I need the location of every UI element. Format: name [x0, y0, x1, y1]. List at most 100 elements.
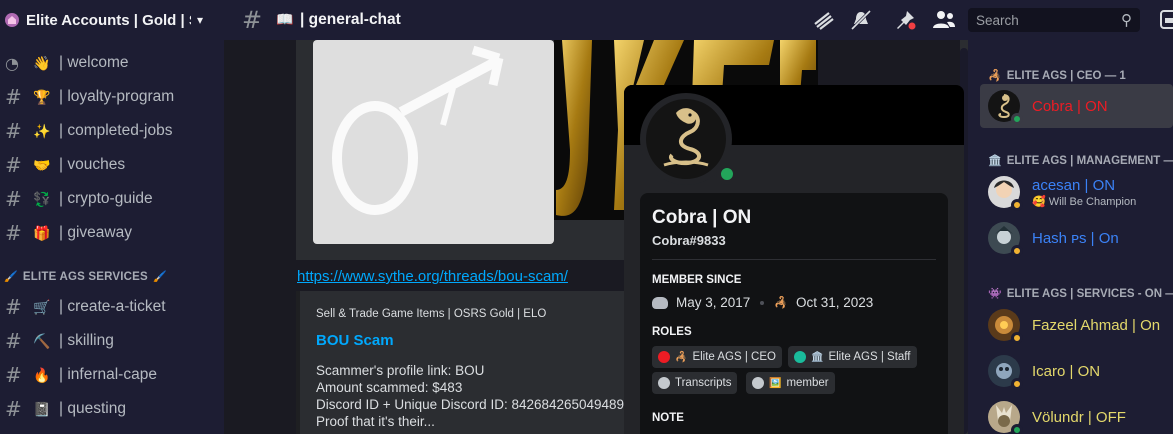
embed-line: Amount scammed: $483 — [316, 380, 463, 395]
channel-label: | crypto-guide — [59, 190, 153, 207]
member-item[interactable]: Icaro | ON — [980, 349, 1173, 393]
avatar — [988, 222, 1023, 257]
members-icon[interactable] — [932, 10, 955, 30]
member-item[interactable]: Cobra | ON — [980, 84, 1173, 128]
channel-emoji: 🔥 — [33, 366, 51, 383]
role-name: Elite AGS | CEO — [692, 351, 776, 363]
member-since-row: May 3, 2017 🦂 Oct 31, 2023 — [652, 295, 873, 310]
member-list: 🦂 ELITE AGS | CEO — 1 Cobra | ON 🏛️ ELIT… — [968, 40, 1173, 434]
separator-dot — [760, 300, 765, 305]
role-icon: 🏛️ — [988, 155, 1002, 167]
channel-label: | vouches — [59, 156, 126, 173]
role-color-dot — [658, 377, 670, 389]
role-emoji: 🦂 — [675, 351, 688, 363]
threads-icon[interactable] — [812, 10, 834, 30]
avatar — [988, 355, 1023, 390]
note-title: NOTE — [652, 412, 684, 424]
role-color-dot — [752, 377, 764, 389]
hash-icon: # — [5, 397, 22, 421]
server-icon: 🦂 — [774, 297, 788, 309]
channel-giveaway[interactable]: # 🎁 | giveaway — [0, 219, 224, 247]
profile-username[interactable]: Cobra#9833 — [652, 233, 726, 248]
channel-label: | loyalty-program — [59, 88, 175, 105]
embed-provider[interactable]: Sell & Trade Game Items | OSRS Gold | EL… — [316, 308, 546, 320]
role-chip[interactable]: 🦂 Elite AGS | CEO — [652, 346, 782, 368]
role-group-services: 👾 ELITE AGS | SERVICES - ON — — [988, 287, 1173, 301]
channel-crypto-guide[interactable]: # 💱 | crypto-guide — [0, 185, 224, 213]
hash-icon: # — [5, 329, 22, 353]
member-item[interactable]: Völundr | OFF — [980, 395, 1173, 434]
channel-label: | create-a-ticket — [59, 298, 166, 315]
category-label: ELITE AGS SERVICES — [22, 270, 148, 283]
channel-loyalty-program[interactable]: # 🏆 | loyalty-program — [0, 83, 224, 111]
hash-icon: # — [242, 6, 263, 34]
thread-link[interactable]: https://www.sythe.org/threads/bou-scam/ — [297, 268, 568, 285]
role-group-ceo: 🦂 ELITE AGS | CEO — 1 — [988, 69, 1126, 83]
channel-label: | welcome — [59, 54, 129, 71]
hash-icon: # — [5, 85, 22, 109]
role-chip[interactable]: Transcripts — [652, 372, 738, 394]
profile-card: Cobra | ON Cobra#9833 MEMBER SINCE May 3… — [640, 193, 948, 434]
channel-emoji: 📓 — [33, 400, 51, 417]
server-header[interactable]: Elite Accounts | Gold | S ▾ — [0, 0, 224, 40]
role-color-dot — [658, 351, 670, 363]
channel-emoji: ⛏️ — [33, 332, 51, 349]
category-elite-ags-services[interactable]: 🖌️ ELITE AGS SERVICES 🖌️ — [4, 270, 167, 284]
channel-emoji: 🛒 — [33, 298, 51, 315]
embed-title[interactable]: BOU Scam — [316, 332, 394, 349]
member-name: Cobra | ON — [1032, 97, 1108, 115]
member-name: Völundr | OFF — [1032, 408, 1126, 426]
role-name: Transcripts — [675, 377, 732, 389]
mute-icon[interactable] — [850, 9, 872, 31]
status-idle-icon — [1011, 332, 1023, 344]
role-group-title: ELITE AGS | MANAGEMENT — — [1006, 154, 1173, 167]
channel-completed-jobs[interactable]: # ✨ | completed-jobs — [0, 117, 224, 145]
channel-welcome[interactable]: ◔ 👋 | welcome — [0, 49, 224, 77]
server-name: Elite Accounts | Gold | S — [26, 11, 191, 29]
member-name: acesan | ON — [1032, 176, 1116, 194]
channel-infernal-cape[interactable]: # 🔥 | infernal-cape — [0, 361, 224, 389]
role-emoji: 🏛️ — [811, 351, 824, 363]
server-home-icon — [5, 13, 19, 27]
embed-line: Proof that it's their... — [316, 414, 435, 429]
hash-icon: # — [5, 363, 22, 387]
member-item[interactable]: Hash ᴘs | On — [980, 216, 1173, 260]
status-emoji: 🥰 — [1032, 195, 1046, 208]
channel-create-a-ticket[interactable]: # 🛒 | create-a-ticket — [0, 293, 224, 321]
server-join-date: Oct 31, 2023 — [796, 295, 874, 310]
search-input[interactable]: Search ⚲ — [968, 8, 1140, 32]
channel-emoji: 💱 — [33, 190, 51, 207]
pin-icon[interactable] — [894, 10, 916, 30]
user-profile-popout: Cobra | ON Cobra#9833 MEMBER SINCE May 3… — [624, 85, 964, 434]
embed-description: Scammer's profile link: BOU Amount scamm… — [316, 362, 639, 430]
profile-display-name: Cobra | ON — [652, 207, 752, 228]
status-online-icon — [1011, 424, 1023, 434]
member-item[interactable]: acesan | ON 🥰 Will Be Champion — [980, 170, 1173, 214]
channel-emoji: 👋 — [33, 54, 51, 71]
role-group-title: ELITE AGS | CEO — 1 — [1006, 69, 1126, 82]
role-emoji: 🖼️ — [769, 377, 782, 389]
role-chip[interactable]: 🏛️ Elite AGS | Staff — [788, 346, 917, 368]
status-idle-icon — [1011, 245, 1023, 257]
channel-label: | skilling — [59, 332, 114, 349]
chevron-down-icon: ▾ — [197, 13, 204, 27]
search-placeholder: Search — [976, 12, 1019, 28]
channel-sidebar: Elite Accounts | Gold | S ▾ ◔ 👋 | welcom… — [0, 0, 224, 434]
role-chip[interactable]: 🖼️ member — [746, 372, 835, 394]
role-name: member — [786, 377, 829, 389]
hash-icon: # — [5, 221, 22, 245]
channel-questing[interactable]: # 📓 | questing — [0, 395, 224, 423]
channel-skilling[interactable]: # ⛏️ | skilling — [0, 327, 224, 355]
role-icon: 👾 — [988, 288, 1002, 300]
role-group-title: ELITE AGS | SERVICES - ON — — [1006, 287, 1173, 300]
role-icon: 🦂 — [988, 70, 1002, 82]
image-thumbnail[interactable] — [313, 40, 554, 244]
channel-vouches[interactable]: # 🤝 | vouches — [0, 151, 224, 179]
avatar — [988, 401, 1023, 434]
inbox-icon[interactable] — [1160, 10, 1173, 29]
embed-line: Scammer's profile link: BOU — [316, 363, 485, 378]
profile-avatar[interactable] — [640, 93, 738, 185]
hash-icon: # — [5, 119, 22, 143]
member-item[interactable]: Fazeel Ahmad | On — [980, 303, 1173, 347]
avatar — [988, 309, 1023, 344]
